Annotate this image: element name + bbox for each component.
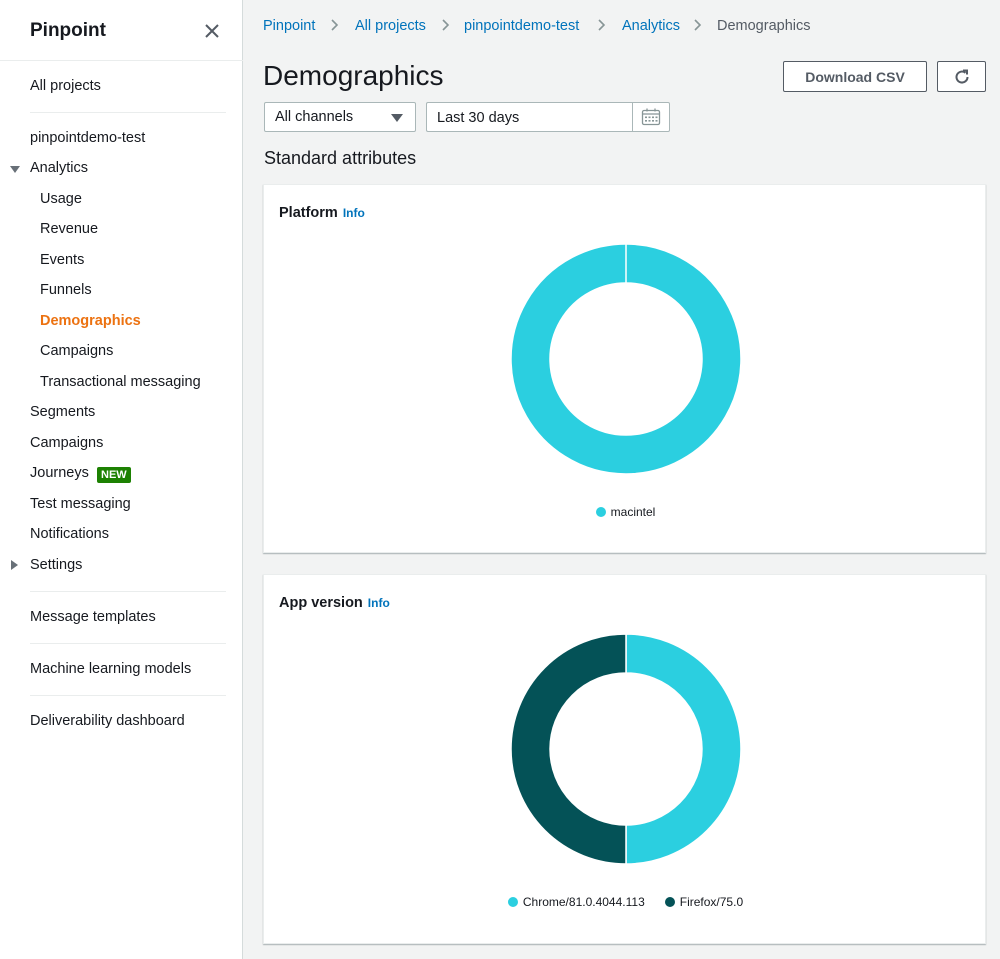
breadcrumb-analytics[interactable]: Analytics [622,18,680,34]
app-version-card: App version Info Chrome/81.0.4044.113 Fire… [263,574,986,944]
info-link[interactable]: Info [368,596,390,610]
slice-firefox-75-0[interactable] [510,633,627,865]
calendar-button[interactable] [632,102,670,132]
platform-donut-chart [510,243,742,475]
app-version-title: App version [279,595,363,611]
channel-select-value: All channels [275,109,354,125]
section-title: Standard attributes [264,148,417,168]
chevron-right-icon [442,19,450,31]
info-link[interactable]: Info [343,206,365,220]
chevron-right-icon [694,19,702,31]
chevron-right-icon [598,19,606,31]
legend-dot [595,507,606,517]
card-title: App version Info [279,595,390,611]
caret-right-icon[interactable] [11,560,18,570]
sidebar-item-settings[interactable]: Settings [30,557,82,573]
legend-label: Chrome/81.0.4044.113 [522,895,645,909]
new-badge: NEW [97,467,131,483]
date-range-input[interactable]: Last 30 days [426,102,633,132]
sidebar-item-project[interactable]: pinpointdemo-test [30,130,145,146]
divider [30,643,226,644]
sidebar-item-revenue[interactable]: Revenue [40,221,98,237]
download-csv-button[interactable]: Download CSV [783,61,927,92]
divider [30,591,226,592]
app-version-donut-chart [510,633,742,865]
calendar-icon [641,108,661,126]
sidebar-item-deliverability[interactable]: Deliverability dashboard [30,713,185,729]
platform-legend: macintel [264,505,987,519]
breadcrumb-demographics: Demographics [717,18,811,34]
legend-dot [664,897,675,907]
legend-item-firefox-75-0[interactable]: Firefox/75.0 [664,895,744,909]
slice-chrome-81-0-4044-113[interactable] [625,633,742,865]
side-navigation: Pinpoint All projects pinpointdemo-test … [0,0,243,959]
sidebar-item-ml-models[interactable]: Machine learning models [30,661,191,677]
chevron-right-icon [331,19,339,31]
channel-select[interactable]: All channels [264,102,416,132]
legend-item-macintel[interactable]: macintel [595,505,656,519]
breadcrumb-project[interactable]: pinpointdemo-test [464,18,579,34]
caret-down-icon[interactable] [10,166,20,173]
refresh-icon [955,69,969,84]
sidebar-item-segments[interactable]: Segments [30,404,95,420]
refresh-button[interactable] [937,61,986,92]
breadcrumb-pinpoint[interactable]: Pinpoint [263,18,315,34]
legend-label: Firefox/75.0 [679,895,744,909]
sidebar-item-all-projects[interactable]: All projects [30,78,101,94]
legend-dot [507,897,518,907]
sidebar-item-analytics[interactable]: Analytics [30,160,88,176]
close-icon[interactable] [202,21,222,41]
legend-item-chrome-81-0-4044-113[interactable]: Chrome/81.0.4044.113 [507,895,645,909]
sidebar-item-demographics[interactable]: Demographics [40,313,141,329]
sidebar-item-journeys[interactable]: Journeys [30,465,89,481]
card-title: Platform Info [279,205,365,221]
sidebar-item-test-messaging[interactable]: Test messaging [30,496,131,512]
sidebar-title[interactable]: Pinpoint [30,20,106,42]
breadcrumb-all-projects[interactable]: All projects [355,18,426,34]
sidebar-item-events[interactable]: Events [40,252,84,268]
legend-label: macintel [610,505,656,519]
sidebar-item-message-templates[interactable]: Message templates [30,609,156,625]
divider [30,695,226,696]
app-version-legend: Chrome/81.0.4044.113 Firefox/75.0 [264,895,987,909]
sidebar-item-funnels[interactable]: Funnels [40,282,92,298]
sidebar-item-usage[interactable]: Usage [40,191,82,207]
sidebar-item-campaigns[interactable]: Campaigns [30,435,103,451]
divider [0,60,243,61]
sidebar-item-analytics-campaigns[interactable]: Campaigns [40,343,113,359]
platform-title: Platform [279,205,338,221]
divider [30,112,226,113]
sidebar-item-transactional-messaging[interactable]: Transactional messaging [40,374,201,390]
caret-down-icon [391,114,403,122]
sidebar-item-notifications[interactable]: Notifications [30,526,109,542]
platform-card: Platform Info macintel [263,184,986,553]
page-title: Demographics [263,60,444,91]
